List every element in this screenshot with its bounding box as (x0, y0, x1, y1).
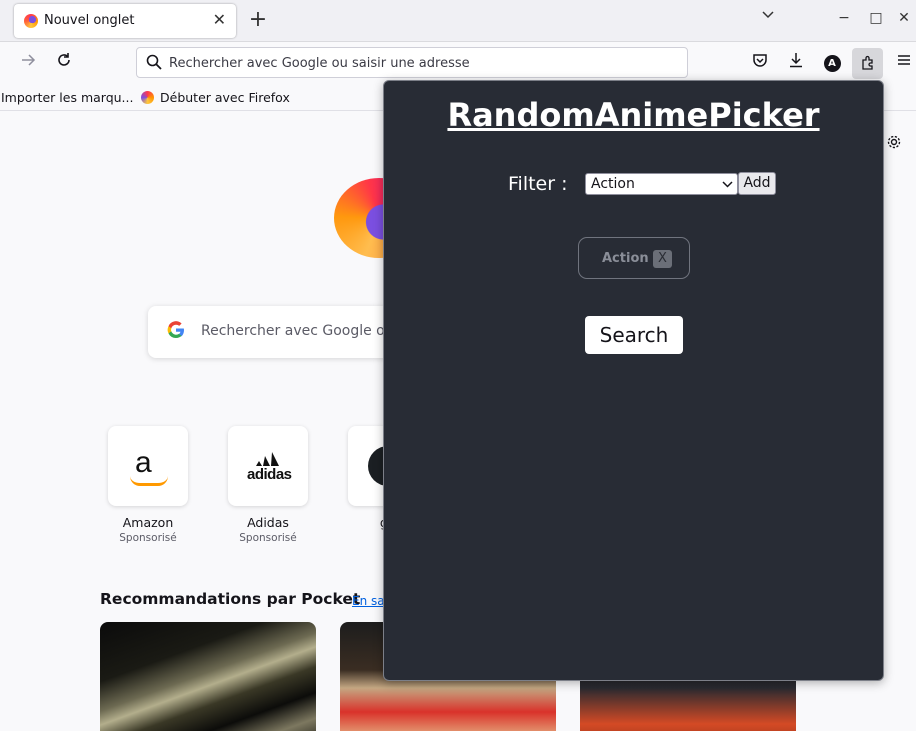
reload-icon[interactable] (51, 50, 77, 76)
pocket-heading: Recommandations par Pocket (100, 590, 361, 608)
pocket-card-image[interactable] (100, 622, 316, 731)
popup-title: RandomAnimePicker (447, 96, 820, 134)
firefox-favicon-icon (141, 91, 154, 104)
extensions-icon[interactable] (852, 48, 883, 79)
address-bar[interactable] (136, 47, 688, 78)
filter-label: Filter : (508, 173, 568, 195)
settings-gear-icon[interactable] (886, 134, 902, 155)
tab-new-tab[interactable]: Nouvel onglet ✕ (14, 4, 236, 38)
close-window-icon[interactable]: ✕ (894, 10, 914, 26)
filter-selected-value: Action (591, 176, 635, 192)
tab-close-icon[interactable]: ✕ (213, 10, 226, 29)
genre-filter-select[interactable]: Action (585, 173, 738, 195)
shortcut-sponsored: Sponsorisé (119, 532, 177, 544)
remove-tag-button[interactable]: X (653, 250, 672, 268)
pocket-icon[interactable] (747, 50, 773, 76)
minimize-icon[interactable]: − (834, 10, 854, 26)
shortcut-title: Amazon (122, 515, 174, 530)
address-input[interactable] (169, 52, 669, 74)
firefox-favicon-icon (24, 14, 38, 28)
pocket-learn-more-link[interactable]: En sa (352, 594, 385, 608)
list-all-tabs-icon[interactable] (758, 8, 778, 26)
extension-popup: RandomAnimePicker Filter : Action Add Ac… (383, 80, 884, 681)
shortcut-sponsored: Sponsorisé (239, 532, 297, 544)
bookmark-label: Débuter avec Firefox (160, 90, 290, 105)
navigation-toolbar: A (0, 42, 916, 84)
shortcut-tile-amazon[interactable]: a Amazon Sponsorisé (108, 426, 188, 544)
google-icon (166, 320, 186, 346)
maximize-icon[interactable]: □ (866, 10, 886, 26)
menu-icon[interactable] (891, 50, 916, 76)
tab-strip: Nouvel onglet ✕ + − □ ✕ (0, 0, 916, 42)
adidas-logo-icon: adidas (228, 426, 308, 506)
filter-tag-label: Action (602, 251, 649, 266)
download-icon[interactable] (783, 50, 809, 76)
amazon-logo-icon: a (108, 426, 188, 506)
bookmark-getting-started[interactable]: Débuter avec Firefox (141, 90, 290, 105)
chevron-down-icon (722, 174, 733, 200)
search-button[interactable]: Search (585, 316, 683, 354)
filter-tag: Action X (578, 237, 690, 279)
new-tab-button[interactable]: + (246, 6, 270, 34)
page-search-placeholder: Rechercher avec Google ou (201, 323, 394, 339)
account-icon[interactable]: A (819, 50, 845, 76)
add-filter-button[interactable]: Add (738, 172, 776, 195)
tab-title: Nouvel onglet (44, 13, 135, 28)
forward-arrow-icon[interactable] (15, 50, 41, 76)
shortcut-title: Adidas (247, 515, 289, 530)
search-icon (146, 54, 162, 74)
account-initial: A (823, 54, 841, 72)
shortcut-tile-adidas[interactable]: adidas Adidas Sponsorisé (228, 426, 308, 544)
bookmark-import[interactable]: Importer les marqu... (1, 90, 133, 105)
